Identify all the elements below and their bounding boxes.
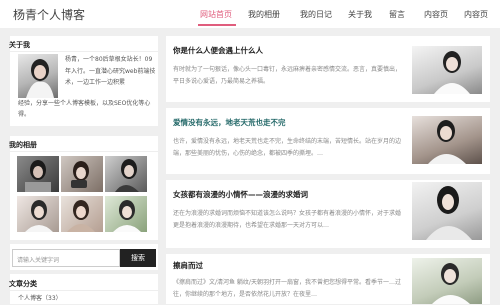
nav-item-guestbook[interactable]: 留言 [389, 9, 405, 20]
nav-item-album[interactable]: 我的相册 [248, 9, 280, 20]
album-photo-1[interactable] [17, 156, 59, 192]
nav-item-content-2[interactable]: 内容页 [464, 9, 488, 20]
nav-active-indicator [198, 24, 236, 26]
album-divider [10, 151, 158, 152]
about-avatar-photo [18, 54, 58, 98]
nav-item-diary[interactable]: 我的日记 [300, 9, 332, 20]
article-title-3[interactable]: 女孩都有浪漫的小情怀——浪漫的求婚词 [173, 189, 308, 200]
article-card-1: 你是什么人便会遇上什么人 有时就为了一句狠话，像心头一口毒钉，永远麻痹着亲密感情… [166, 36, 490, 102]
article-card-2: 爱情没有永远，地老天荒也走不完 也许，爱情没有永远，地老天荒也走不完，生命终结的… [166, 108, 490, 174]
article-image-4[interactable] [412, 258, 482, 304]
article-image-1[interactable] [412, 46, 482, 94]
top-header: 杨青个人博客 网站首页 我的相册 我的日记 关于我 留言 内容页 内容页 [0, 0, 500, 28]
album-photo-6[interactable] [105, 196, 147, 232]
album-photo-4[interactable] [17, 196, 59, 232]
category-title: 文章分类 [9, 280, 37, 288]
album-photo-2[interactable] [61, 156, 103, 192]
about-text-2: 经验，分享一些个人博客模板，以及SEO优化等心得。 [18, 100, 151, 118]
album-photo-3[interactable] [105, 156, 147, 192]
nav-item-content-1[interactable]: 内容页 [424, 9, 448, 20]
about-text-1: 杨青，一个80后草根女站长！09年入行。一直潜心研究web前端技术，一边工作一边… [65, 56, 156, 86]
search-input[interactable]: 请输入关键字词 [12, 249, 120, 267]
article-title-2[interactable]: 爱情没有永远，地老天荒也走不完 [173, 117, 286, 128]
site-logo[interactable]: 杨青个人博客 [13, 6, 85, 23]
album-title: 我的相册 [9, 141, 37, 149]
nav-item-about[interactable]: 关于我 [348, 9, 372, 20]
article-excerpt-3: 还在为浪漫的求婚词而烦恼不知道该怎么说吗？女孩子都有着浪漫的小情怀，对于求婚更是… [173, 210, 402, 229]
article-title-4[interactable]: 擦肩而过 [173, 260, 203, 271]
category-divider [10, 290, 158, 291]
article-image-3[interactable] [412, 182, 482, 240]
article-title-1[interactable]: 你是什么人便会遇上什么人 [173, 45, 263, 56]
article-excerpt-4: 《擦肩而过》文/清河鱼 躺纹/天朝羽打开一扇窗，我不曾把您想得平常。看季节一…过… [173, 279, 401, 298]
category-item[interactable]: 个人博客（33） [18, 293, 138, 305]
search-button[interactable]: 搜索 [120, 249, 156, 267]
article-excerpt-2: 也许，爱情没有永远，地老天荒也走不完，生命终结的末端，苦短情长。站在岁月的边端，… [173, 138, 402, 157]
article-image-2[interactable] [412, 116, 482, 164]
about-title: 关于我 [9, 41, 30, 49]
about-divider [10, 51, 158, 52]
article-card-4: 擦肩而过 《擦肩而过》文/清河鱼 躺纹/天朝羽打开一扇窗，我不曾把您想得平常。看… [166, 254, 490, 304]
article-card-3: 女孩都有浪漫的小情怀——浪漫的求婚词 还在为浪漫的求婚词而烦恼不知道该怎么说吗？… [166, 180, 490, 248]
nav-item-home[interactable]: 网站首页 [200, 9, 232, 20]
article-excerpt-1: 有时就为了一句狠话，像心头一口毒钉，永远麻痹着亲密感情交流。恶言，真要慎出，平日… [173, 66, 402, 85]
album-photo-5[interactable] [61, 196, 103, 232]
